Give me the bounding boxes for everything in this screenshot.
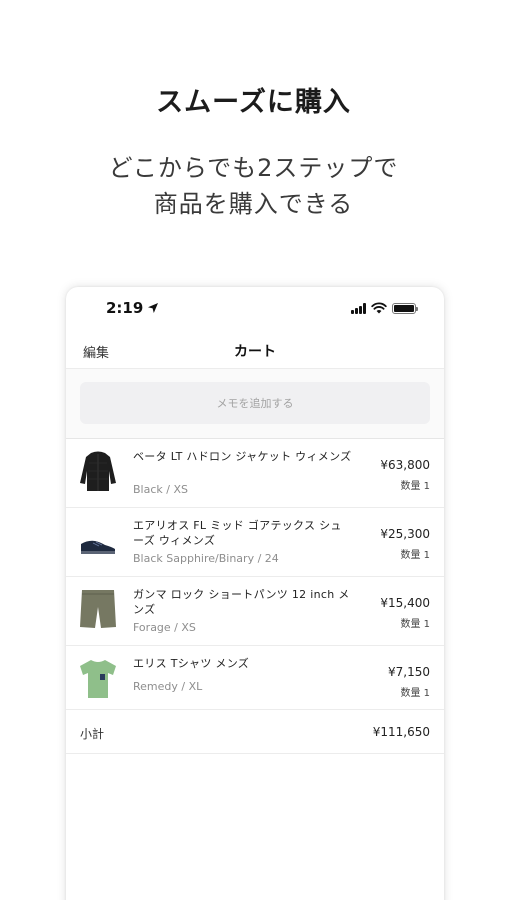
shoe-icon	[78, 518, 118, 564]
product-price: ¥15,400	[380, 596, 430, 610]
promo-subtitle-line-2: 商品を購入できる	[153, 190, 354, 218]
product-variant: Remedy / XL	[133, 680, 203, 693]
shorts-icon	[78, 587, 118, 633]
phone-screen: 2:19 編集 カート メモを追加する ベータ LT ハドロン ジャケット ウィ…	[66, 287, 444, 900]
product-variant: Black Sapphire/Binary / 24	[133, 552, 279, 565]
product-price: ¥7,150	[388, 665, 430, 679]
cart-item[interactable]: エアリオス FL ミッド ゴアテックス シューズ ウィメンズ Black Sap…	[66, 508, 444, 577]
promo-title: スムーズに購入	[156, 87, 351, 118]
wifi-icon	[371, 302, 387, 314]
promo-subtitle: どこからでも2ステップで 商品を購入できる	[0, 150, 507, 222]
tshirt-icon	[78, 656, 118, 702]
battery-icon	[392, 302, 418, 314]
product-name: エアリオス FL ミッド ゴアテックス シューズ ウィメンズ	[133, 519, 342, 547]
status-time: 2:19	[106, 299, 159, 317]
status-bar: 2:19	[66, 299, 444, 321]
nav-bar: 編集 カート	[66, 337, 444, 369]
cart-item[interactable]: ベータ LT ハドロン ジャケット ウィメンズ Black / XS ¥63,8…	[66, 439, 444, 508]
status-icons	[351, 302, 418, 314]
edit-button[interactable]: 編集	[83, 342, 109, 361]
signal-icon	[351, 302, 366, 314]
product-quantity: 数量 1	[400, 688, 430, 699]
promo-subtitle-line-1: どこからでも2ステップで	[108, 154, 399, 182]
cart-item[interactable]: ガンマ ロック ショートパンツ 12 inch メンズ Forage / XS …	[66, 577, 444, 646]
cart-list: ベータ LT ハドロン ジャケット ウィメンズ Black / XS ¥63,8…	[66, 439, 444, 710]
product-price: ¥25,300	[380, 527, 430, 541]
product-price: ¥63,800	[380, 458, 430, 472]
subtotal-row: 小計 ¥111,650	[66, 711, 444, 754]
subtotal-value: ¥111,650	[372, 725, 430, 739]
subtotal-label: 小計	[80, 727, 105, 741]
product-quantity: 数量 1	[400, 481, 430, 492]
nav-title: カート	[234, 344, 276, 360]
cart-item[interactable]: エリス Tシャツ メンズ Remedy / XL ¥7,150 数量 1	[66, 646, 444, 710]
location-arrow-icon	[148, 303, 159, 313]
product-quantity: 数量 1	[400, 619, 430, 630]
product-quantity: 数量 1	[400, 550, 430, 561]
jacket-icon	[78, 449, 118, 495]
memo-area: メモを追加する	[66, 369, 444, 439]
product-name: ガンマ ロック ショートパンツ 12 inch メンズ	[133, 588, 350, 616]
status-time-text: 2:19	[106, 299, 144, 317]
product-name: ベータ LT ハドロン ジャケット ウィメンズ	[133, 450, 352, 463]
product-variant: Black / XS	[133, 483, 188, 496]
product-variant: Forage / XS	[133, 621, 196, 634]
add-memo-button[interactable]: メモを追加する	[80, 382, 430, 424]
product-name: エリス Tシャツ メンズ	[133, 657, 250, 670]
